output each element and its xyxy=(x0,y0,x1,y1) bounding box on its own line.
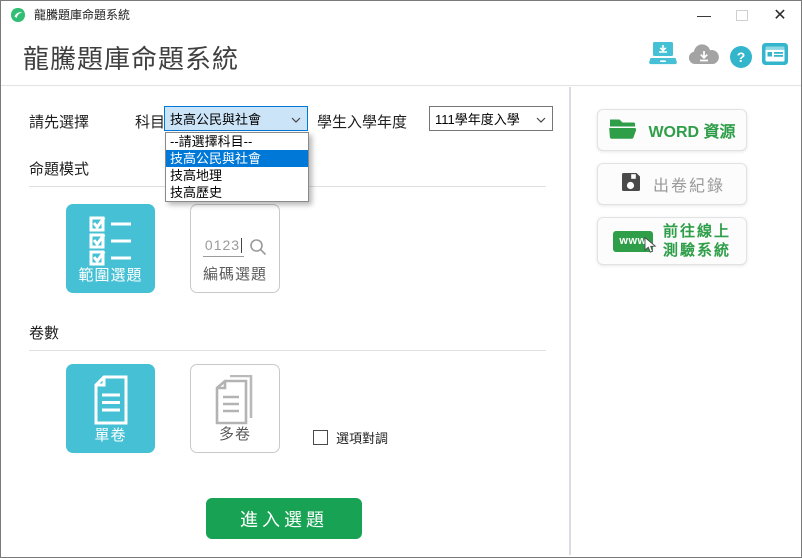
page-title: 龍騰題庫命題系統 xyxy=(23,39,239,76)
year-select[interactable]: 111學年度入學 xyxy=(429,106,553,131)
vertical-divider xyxy=(569,87,571,555)
header-toolbar: ? xyxy=(648,41,789,72)
folder-icon xyxy=(608,116,638,145)
single-paper-button[interactable]: 單卷 xyxy=(66,364,155,453)
year-label: 學生入學年度 xyxy=(317,111,407,132)
maximize-button xyxy=(723,1,761,29)
cloud-download-icon[interactable] xyxy=(687,42,721,72)
minimize-icon: — xyxy=(697,7,711,23)
mode-section-title: 命題模式 xyxy=(29,158,89,179)
text-caret xyxy=(241,238,242,253)
subject-select-value: 技高公民與社會 xyxy=(170,109,261,128)
subject-dropdown-list: --請選擇科目-- 技高公民與社會 技高地理 技高歷史 xyxy=(165,132,309,202)
close-button[interactable]: ✕ xyxy=(761,1,799,29)
chevron-down-icon xyxy=(291,111,301,126)
swap-options-row: 選項對調 xyxy=(313,428,388,447)
range-select-label: 範圍選題 xyxy=(78,264,142,285)
cursor-arrow-icon xyxy=(644,237,657,258)
search-icon xyxy=(249,238,267,256)
code-input[interactable]: 0123 xyxy=(191,237,279,257)
window-title: 龍騰題庫命題系統 xyxy=(34,1,130,29)
titlebar: 龍騰題庫命題系統 — ✕ xyxy=(1,1,801,29)
subject-option[interactable]: 技高公民與社會 xyxy=(166,150,308,167)
floppy-disk-icon xyxy=(619,170,643,199)
laptop-download-icon[interactable] xyxy=(648,41,678,72)
code-input-value: 0123 xyxy=(205,237,240,253)
document-icon xyxy=(66,374,155,426)
word-resource-label: WORD 資源 xyxy=(648,118,735,142)
online-test-label: 前往線上 測驗系統 xyxy=(663,222,731,261)
swap-options-checkbox[interactable] xyxy=(313,430,328,445)
chevron-down-icon xyxy=(536,111,546,126)
close-icon: ✕ xyxy=(773,5,786,25)
online-test-button[interactable]: www 前往線上 測驗系統 xyxy=(597,217,747,265)
subject-option[interactable]: --請選擇科目-- xyxy=(166,133,308,150)
app-window: 龍騰題庫命題系統 — ✕ 龍騰題庫命題系統 xyxy=(0,0,802,558)
app-logo-icon xyxy=(10,7,26,23)
header-divider xyxy=(1,85,801,86)
records-panel-icon[interactable] xyxy=(761,42,789,71)
exam-record-button[interactable]: 出卷紀錄 xyxy=(597,163,747,205)
subject-option[interactable]: 技高歷史 xyxy=(166,184,308,201)
www-icon: www xyxy=(613,231,653,252)
minimize-button[interactable]: — xyxy=(685,1,723,29)
single-paper-label: 單卷 xyxy=(94,424,126,445)
swap-options-label: 選項對調 xyxy=(336,428,388,447)
subject-option[interactable]: 技高地理 xyxy=(166,167,308,184)
year-select-value: 111學年度入學 xyxy=(435,109,520,128)
word-resource-button[interactable]: WORD 資源 xyxy=(597,109,747,151)
section-divider xyxy=(29,350,546,351)
code-select-label: 編碼選題 xyxy=(203,263,267,284)
multi-paper-button[interactable]: 多卷 xyxy=(190,364,280,453)
exam-record-label: 出卷紀錄 xyxy=(653,172,725,196)
documents-stack-icon xyxy=(191,375,279,427)
subject-label: 科目 xyxy=(135,111,165,132)
help-icon[interactable]: ? xyxy=(730,46,752,68)
range-select-button[interactable]: 範圍選題 xyxy=(66,204,155,293)
enter-selection-button[interactable]: 進入選題 xyxy=(206,498,362,539)
paper-section-title: 卷數 xyxy=(29,322,59,343)
subject-select[interactable]: 技高公民與社會 xyxy=(164,106,308,131)
prompt-label: 請先選擇 xyxy=(29,111,89,132)
checklist-icon xyxy=(66,214,155,266)
code-select-button[interactable]: 0123 編碼選題 xyxy=(190,204,280,293)
maximize-icon xyxy=(736,10,748,21)
window-controls: — ✕ xyxy=(685,1,799,29)
